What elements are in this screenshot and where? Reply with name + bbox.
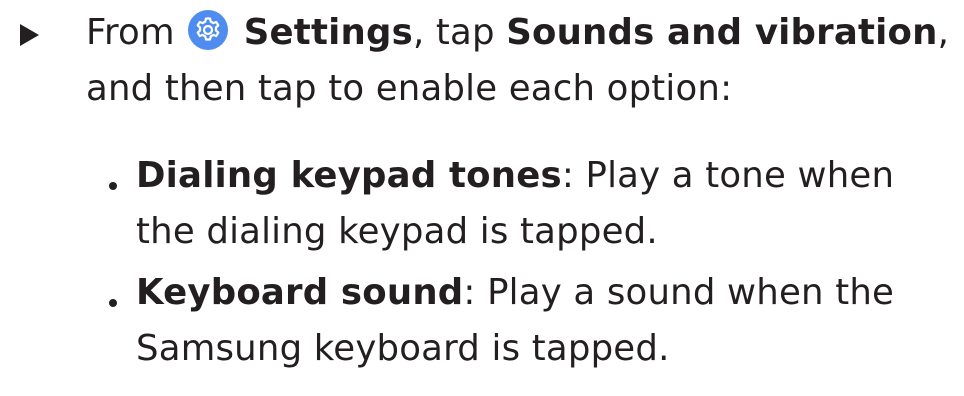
step-arrow-icon <box>20 24 39 46</box>
settings-app-name: Settings <box>243 12 413 53</box>
option-item: Dialing keypad tones: Play a tone when t… <box>136 148 946 260</box>
sounds-menu-name: Sounds and vibration <box>506 12 938 53</box>
step-middle: , tap <box>412 12 495 53</box>
option-item: Keyboard sound: Play a sound when the Sa… <box>136 265 946 377</box>
step-prefix: From <box>86 12 175 53</box>
step-text: From Settings, tap Sounds and vibration,… <box>86 5 956 117</box>
bullet-dot <box>109 182 117 190</box>
option-title: Dialing keypad tones <box>136 155 562 196</box>
option-title: Keyboard sound <box>136 272 464 313</box>
settings-gear-icon <box>188 10 229 50</box>
instruction-block: From Settings, tap Sounds and vibration,… <box>0 0 964 396</box>
bullet-dot <box>109 299 117 307</box>
